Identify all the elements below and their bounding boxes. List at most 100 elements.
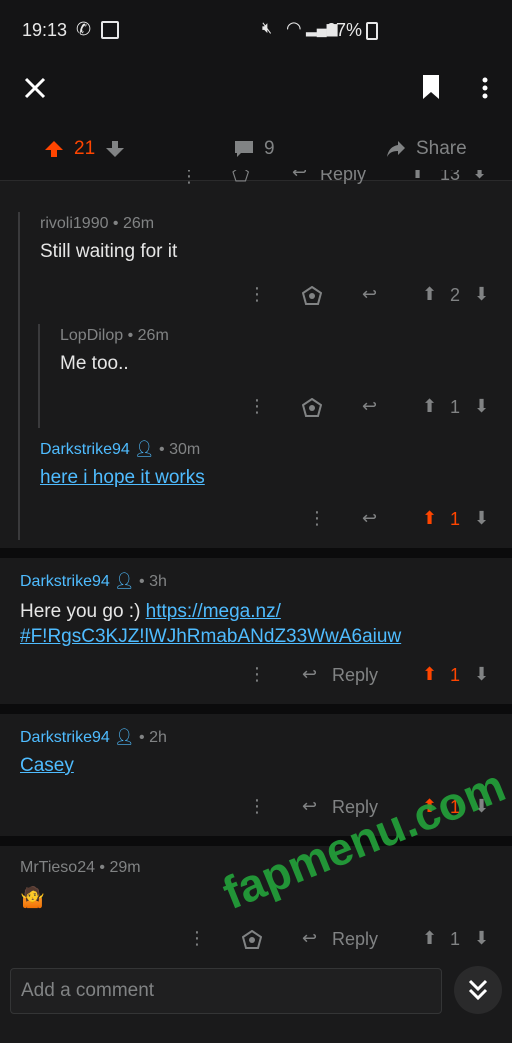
- jump-down-button[interactable]: [454, 966, 502, 1014]
- upvote-icon[interactable]: ⬆: [422, 396, 437, 417]
- comment-meta: MrTieso24 • 29m: [20, 859, 141, 876]
- double-chevron-down-icon: [468, 979, 488, 1001]
- notification-icon: [101, 21, 119, 39]
- downvote-icon[interactable]: ⬇: [474, 664, 489, 685]
- wifi-icon: ◠: [286, 18, 302, 38]
- comment-link[interactable]: https://mega.nz/: [146, 601, 281, 622]
- op-user-icon: 👤︎: [114, 729, 135, 746]
- upvote-icon[interactable]: ⬆: [422, 928, 437, 949]
- more-icon[interactable]: ⋮: [180, 170, 198, 187]
- battery-icon: [366, 22, 378, 40]
- upvote-icon[interactable]: [44, 139, 64, 159]
- reply-icon[interactable]: ↩: [362, 508, 377, 529]
- comment: rivoli1990 • 26m Still waiting for it: [40, 215, 177, 263]
- comment-author[interactable]: rivoli1990: [40, 215, 108, 232]
- award-icon[interactable]: [242, 930, 262, 950]
- comment-link[interactable]: #F!RgsC3KJZ!lWJhRmabANdZ33WwA6aiuw: [20, 626, 401, 647]
- comment-actions: ⋮ ↩ Reply ⬆ 1 ⬇: [184, 928, 500, 952]
- comment-score: 1: [450, 929, 461, 949]
- upvote-icon[interactable]: ⬆: [422, 284, 437, 305]
- share-button[interactable]: Share: [386, 138, 467, 160]
- reply-icon[interactable]: ↩: [302, 796, 317, 817]
- reply-icon[interactable]: ↩: [302, 928, 317, 949]
- more-icon[interactable]: ⋮: [248, 664, 266, 685]
- comment-body: Still waiting for it: [40, 241, 178, 262]
- award-icon[interactable]: ⬠: [232, 170, 249, 187]
- comment: Darkstrike94 👤︎ • 3h Here you go :) http…: [20, 571, 490, 649]
- comment-body: Here you go :) https://mega.nz/ #F!RgsC3…: [20, 599, 490, 649]
- close-icon[interactable]: [24, 77, 46, 99]
- reply-icon[interactable]: ↩: [362, 396, 377, 417]
- reply-label[interactable]: Reply: [320, 170, 366, 185]
- comment-age: 26m: [137, 327, 169, 344]
- upvote-icon-active[interactable]: ⬆: [422, 664, 437, 685]
- status-bar: 19:13 ✆ 🔇︎ ◠ ▂▄▆ 67%: [0, 0, 512, 62]
- comment: Darkstrike94 👤︎ • 30m here i hope it wor…: [40, 439, 205, 489]
- share-label: Share: [416, 138, 467, 159]
- comment: Darkstrike94 👤︎ • 2h Casey: [20, 727, 167, 777]
- comment-age: 26m: [122, 215, 155, 232]
- comment-author[interactable]: LopDilop: [60, 327, 123, 344]
- reply-label[interactable]: Reply: [332, 665, 378, 686]
- more-icon[interactable]: ⋮: [248, 396, 266, 417]
- more-icon[interactable]: ⋮: [248, 796, 266, 817]
- comment-author[interactable]: Darkstrike94: [20, 729, 110, 746]
- reply-icon[interactable]: ↩: [292, 170, 307, 183]
- comment-actions: ⋮ ↩ ⬆ 1 ⬇: [244, 396, 500, 420]
- upvote-icon[interactable]: ⬆: [410, 170, 425, 183]
- comment-score: 1: [450, 509, 461, 529]
- comment-link[interactable]: here i hope it works: [40, 467, 205, 488]
- comment-separator: [0, 704, 512, 714]
- comment-age: 2h: [149, 729, 167, 746]
- thread-line: [18, 212, 20, 540]
- comment-text: Here you go :): [20, 601, 146, 622]
- comment-meta: Darkstrike94 👤︎ • 3h: [20, 573, 167, 590]
- bookmark-icon[interactable]: [421, 74, 441, 100]
- comment-meta: Darkstrike94 👤︎ • 2h: [20, 729, 167, 746]
- op-user-icon: 👤︎: [114, 573, 135, 590]
- downvote-icon[interactable]: ⬇: [472, 170, 487, 183]
- downvote-icon[interactable]: ⬇: [474, 396, 489, 417]
- thread-line: [38, 324, 40, 428]
- reply-label[interactable]: Reply: [332, 929, 378, 950]
- comment-icon: [235, 141, 253, 157]
- comment-input-placeholder: Add a comment: [21, 980, 155, 1001]
- award-icon[interactable]: [302, 398, 322, 418]
- cutoff-action-row: ⋮ ⬠ ↩ Reply ⬆ 13 ⬇: [176, 170, 496, 192]
- award-icon[interactable]: [302, 286, 322, 306]
- comment-score: 2: [450, 285, 461, 305]
- comment-author[interactable]: Darkstrike94: [20, 573, 110, 590]
- comment-score: 1: [450, 397, 461, 417]
- downvote-icon[interactable]: [105, 139, 125, 159]
- more-icon[interactable]: ⋮: [188, 928, 206, 949]
- comment-age: 29m: [109, 859, 141, 876]
- downvote-icon[interactable]: ⬇: [474, 928, 489, 949]
- comment-input[interactable]: Add a comment: [10, 968, 442, 1014]
- comment-author[interactable]: Darkstrike94: [40, 441, 130, 458]
- downvote-icon[interactable]: ⬇: [474, 508, 489, 529]
- comment-age: 3h: [149, 573, 167, 590]
- share-icon: [387, 141, 405, 157]
- comment-emoji: 🤷: [20, 887, 45, 909]
- comment-meta: rivoli1990 • 26m: [40, 215, 155, 232]
- comment-separator: [0, 548, 512, 558]
- comment-meta: Darkstrike94 👤︎ • 30m: [40, 441, 201, 458]
- more-options-icon[interactable]: [481, 76, 489, 100]
- comment-actions: ⋮ ↩ ⬆ 2 ⬇: [244, 284, 500, 308]
- whatsapp-icon: ✆: [76, 19, 92, 39]
- op-user-icon: 👤︎: [134, 441, 155, 458]
- comment-author[interactable]: MrTieso24: [20, 859, 95, 876]
- reply-icon[interactable]: ↩: [362, 284, 377, 305]
- downvote-icon[interactable]: ⬇: [474, 284, 489, 305]
- comments-button[interactable]: 9: [234, 138, 275, 160]
- more-icon[interactable]: ⋮: [308, 508, 326, 529]
- more-icon[interactable]: ⋮: [248, 284, 266, 305]
- comment-score: 1: [450, 665, 461, 685]
- reply-icon[interactable]: ↩: [302, 664, 317, 685]
- comment-link[interactable]: Casey: [20, 755, 74, 776]
- app-bar: [0, 62, 512, 122]
- post-score: 21: [74, 138, 96, 159]
- mute-icon: 🔇︎: [262, 20, 273, 37]
- battery-level: 67%: [326, 20, 363, 40]
- upvote-icon-active[interactable]: ⬆: [422, 508, 437, 529]
